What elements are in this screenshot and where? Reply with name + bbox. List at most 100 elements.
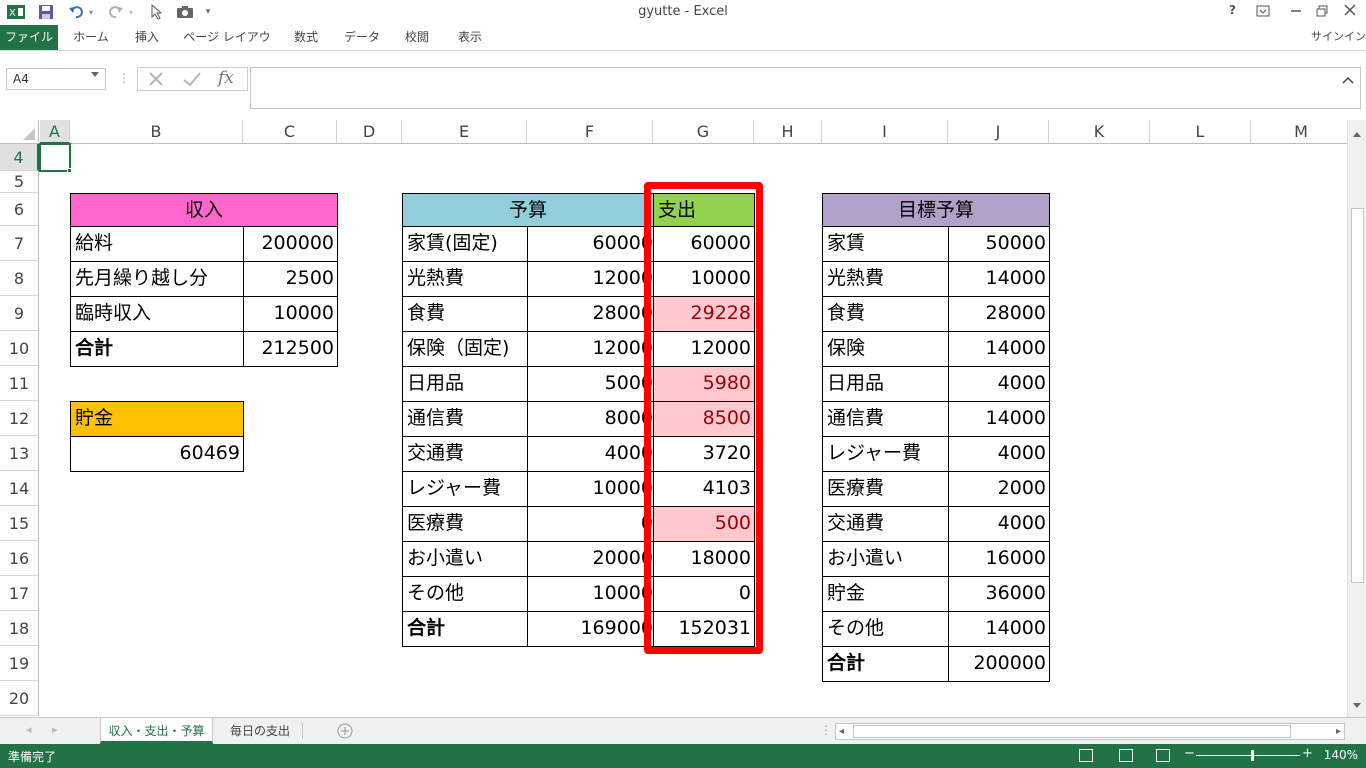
target-value[interactable]: 14000: [948, 331, 1050, 367]
budget-value[interactable]: 10000: [527, 576, 654, 612]
budget-header[interactable]: 予算: [402, 193, 654, 227]
row-header-20[interactable]: 20: [0, 681, 39, 716]
formula-input[interactable]: [250, 67, 1361, 109]
column-header-e[interactable]: E: [402, 120, 527, 144]
budget-value[interactable]: 20000: [527, 541, 654, 577]
target-value[interactable]: 50000: [948, 226, 1050, 262]
target-value[interactable]: 14000: [948, 401, 1050, 437]
fill-handle[interactable]: [67, 168, 72, 173]
worksheet-grid[interactable]: ABCDEFGHIJKLM 4 5 6 7 8 9 10 11 12 13 14 15 16 17 18 19…: [0, 120, 1347, 717]
row-header-16[interactable]: 16: [0, 541, 39, 576]
budget-value[interactable]: 10000: [527, 471, 654, 507]
zoom-level[interactable]: 140%: [1324, 748, 1358, 762]
column-header-k[interactable]: K: [1049, 120, 1150, 144]
target-label[interactable]: 通信費: [822, 401, 949, 437]
horizontal-scrollbar[interactable]: ◂ ▸: [835, 723, 1345, 740]
row-header-13[interactable]: 13: [0, 436, 39, 471]
budget-label[interactable]: 日用品: [402, 366, 528, 402]
tab-formulas[interactable]: 数式: [286, 25, 326, 50]
sheet-next-icon[interactable]: ▸: [52, 723, 58, 736]
column-header-c[interactable]: C: [243, 120, 337, 144]
expense-value[interactable]: 12000: [653, 331, 755, 367]
target-value[interactable]: 4000: [948, 436, 1050, 472]
tab-insert[interactable]: 挿入: [128, 25, 166, 50]
row-header-14[interactable]: 14: [0, 471, 39, 506]
zoom-slider[interactable]: [1196, 755, 1300, 756]
target-label[interactable]: お小遣い: [822, 541, 949, 577]
row-header-10[interactable]: 10: [0, 331, 39, 366]
expense-value[interactable]: 10000: [653, 261, 755, 297]
savings-value[interactable]: 60469: [70, 436, 244, 472]
income-value[interactable]: 2500: [243, 261, 338, 297]
zoom-out-icon[interactable]: −: [1184, 746, 1195, 761]
target-value[interactable]: 28000: [948, 296, 1050, 332]
row-header-4[interactable]: 4: [0, 144, 39, 171]
tab-view[interactable]: 表示: [450, 25, 490, 50]
budget-label[interactable]: 医療費: [402, 506, 528, 542]
target-label[interactable]: 保険: [822, 331, 949, 367]
help-icon[interactable]: ?: [1229, 3, 1236, 17]
splitter-icon[interactable]: ⋮: [820, 723, 832, 737]
column-header-m[interactable]: M: [1251, 120, 1347, 144]
target-label[interactable]: その他: [822, 611, 949, 647]
budget-value[interactable]: 60000: [527, 226, 654, 262]
target-value[interactable]: 4000: [948, 506, 1050, 542]
vertical-scroll-thumb[interactable]: [1351, 208, 1364, 583]
tab-page-layout[interactable]: ページ レイアウト: [180, 25, 274, 69]
scroll-left-icon[interactable]: ◂: [839, 726, 844, 737]
income-label[interactable]: 給料: [70, 226, 244, 262]
sheet-tab-daily-expense[interactable]: 毎日の支出: [218, 718, 302, 744]
target-label[interactable]: 合計: [822, 646, 949, 682]
select-all-corner[interactable]: [0, 120, 39, 144]
column-header-h[interactable]: H: [754, 120, 822, 144]
expense-value[interactable]: 5980: [653, 366, 755, 402]
row-header-12[interactable]: 12: [0, 401, 39, 436]
column-header-j[interactable]: J: [948, 120, 1049, 144]
chevron-down-icon[interactable]: [91, 72, 99, 77]
tab-home[interactable]: ホーム: [68, 25, 114, 50]
budget-value[interactable]: 0: [527, 506, 654, 542]
vertical-scrollbar[interactable]: [1347, 120, 1366, 717]
row-header-5[interactable]: 5: [0, 171, 39, 193]
budget-label[interactable]: 交通費: [402, 436, 528, 472]
target-value[interactable]: 36000: [948, 576, 1050, 612]
page-layout-view-icon[interactable]: [1119, 749, 1133, 762]
income-value[interactable]: 10000: [243, 296, 338, 332]
tab-review[interactable]: 校閲: [398, 25, 436, 50]
normal-view-icon[interactable]: [1079, 749, 1093, 762]
maximize-icon[interactable]: [1316, 5, 1328, 20]
row-header-8[interactable]: 8: [0, 261, 39, 296]
budget-value[interactable]: 8000: [527, 401, 654, 437]
sheet-prev-icon[interactable]: ◂: [26, 723, 32, 736]
tab-data[interactable]: データ: [338, 25, 386, 50]
target-label[interactable]: 日用品: [822, 366, 949, 402]
budget-value[interactable]: 12000: [527, 261, 654, 297]
row-header-6[interactable]: 6: [0, 193, 39, 226]
budget-label[interactable]: お小遣い: [402, 541, 528, 577]
expense-value[interactable]: 4103: [653, 471, 755, 507]
budget-label[interactable]: その他: [402, 576, 528, 612]
column-header-f[interactable]: F: [527, 120, 653, 144]
savings-header[interactable]: 貯金: [70, 401, 244, 437]
expense-value[interactable]: 500: [653, 506, 755, 542]
collapse-icon[interactable]: [1342, 70, 1354, 89]
target-value[interactable]: 200000: [948, 646, 1050, 682]
row-header-7[interactable]: 7: [0, 226, 39, 261]
row-header-15[interactable]: 15: [0, 506, 39, 541]
target-header[interactable]: 目標予算: [822, 193, 1050, 227]
target-value[interactable]: 16000: [948, 541, 1050, 577]
add-sheet-icon[interactable]: [337, 723, 353, 743]
horizontal-scroll-thumb[interactable]: [853, 725, 1291, 738]
budget-value[interactable]: 12000: [527, 331, 654, 367]
expense-value[interactable]: 3720: [653, 436, 755, 472]
sign-in-link[interactable]: サインイン: [1311, 28, 1366, 44]
row-header-18[interactable]: 18: [0, 611, 39, 646]
target-label[interactable]: 貯金: [822, 576, 949, 612]
row-header-9[interactable]: 9: [0, 296, 39, 331]
row-header-11[interactable]: 11: [0, 366, 39, 401]
target-label[interactable]: 交通費: [822, 506, 949, 542]
expense-value[interactable]: 8500: [653, 401, 755, 437]
target-value[interactable]: 14000: [948, 261, 1050, 297]
column-header-g[interactable]: G: [653, 120, 754, 144]
target-label[interactable]: 家賃: [822, 226, 949, 262]
